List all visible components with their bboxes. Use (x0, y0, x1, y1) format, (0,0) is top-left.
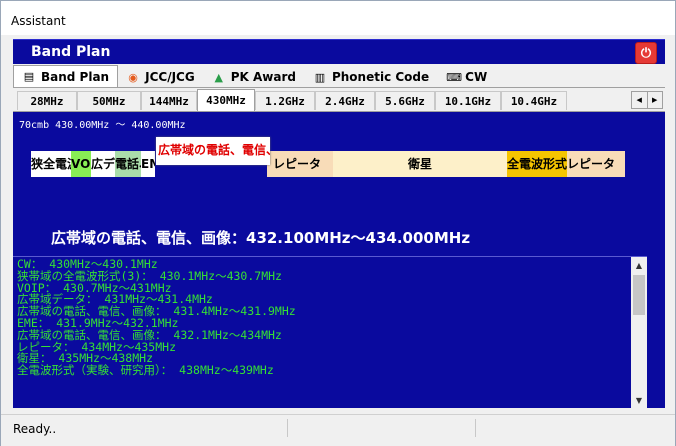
book-icon: ▤ (23, 70, 35, 83)
tab-band-plan[interactable]: ▤ Band Plan (13, 65, 119, 87)
freq-tab-1-2ghz[interactable]: 1.2GHz (255, 91, 315, 110)
segment-label: 全電波形式（実験、 (507, 157, 567, 171)
band-allocation-list[interactable]: CW： 430MHz～430.1MHz 狭帯域の全電波形式(3)： 430.1MH… (13, 256, 647, 408)
segment-satellite[interactable]: 衛星 (333, 151, 507, 177)
segment-repeater-2[interactable]: レピータ (567, 151, 625, 177)
freq-tab-10-4ghz[interactable]: 10.4GHz (501, 91, 567, 110)
freq-tab-label: 2.4GHz (325, 94, 365, 108)
tab-label: PK Award (230, 70, 296, 84)
freq-tab-144mhz[interactable]: 144MHz (141, 91, 197, 110)
freq-tab-label: 28MHz (30, 94, 64, 108)
list-item[interactable]: 全電波形式（実験、研究用）： 438MHz～439MHz (17, 364, 631, 377)
tab-label: Band Plan (41, 69, 110, 84)
selected-segment-detail: 広帯域の電話、電信、画像：432.100MHz～434.000MHz (51, 229, 471, 247)
keyboard-icon: ⌨ (446, 70, 463, 84)
power-button[interactable]: ⏻ (635, 42, 657, 64)
tab-jcc-jcg[interactable]: ◉ JCC/JCG (118, 67, 204, 87)
scroll-thumb[interactable] (633, 275, 645, 315)
freq-tab-2-4ghz[interactable]: 2.4GHz (315, 91, 375, 110)
status-text: Ready.. (13, 422, 57, 436)
freq-tab-label: 10.4GHz (510, 94, 558, 108)
main-tab-bar: ▤ Band Plan ◉ JCC/JCG ▲ PK Award ▥ Phone… (13, 65, 665, 88)
freq-tab-label: 50MHz (92, 94, 126, 108)
mountain-icon: ▲ (214, 70, 223, 84)
freq-tab-5-6ghz[interactable]: 5.6GHz (375, 91, 435, 110)
assistant-window: Assistant Band Plan ⏻ ▤ Band Plan ◉ JCC/… (0, 0, 676, 446)
band-range-label: 70cmb 430.00MHz ～ 440.00MHz (19, 120, 186, 131)
freq-tab-50mhz[interactable]: 50MHz (77, 91, 141, 110)
power-icon: ⏻ (640, 45, 652, 61)
freq-tab-label: 430MHz (206, 94, 246, 107)
freq-tab-label: 5.6GHz (385, 94, 425, 108)
frequency-tab-bar: 28MHz 50MHz 144MHz 430MHz 1.2GHz 2.4GHz … (13, 89, 665, 112)
tab-phonetic-code[interactable]: ▥ Phonetic Code (305, 67, 438, 87)
segment-voip[interactable]: VOIP (71, 151, 91, 177)
segment-wide-voice-1[interactable]: 電話、 (115, 151, 141, 177)
tab-pk-award[interactable]: ▲ PK Award (204, 67, 305, 87)
segment-label: 広帯域の電話、電信、 (158, 143, 270, 157)
segment-label: EME (141, 157, 155, 171)
tab-cw[interactable]: ⌨ CW (438, 67, 496, 87)
freq-tab-label: 1.2GHz (265, 94, 305, 108)
status-bar: Ready.. (1, 414, 675, 446)
scroll-right-icon[interactable]: ▶ (646, 92, 663, 108)
segment-label: 衛星 (407, 157, 432, 171)
status-divider (475, 419, 476, 437)
segment-wide-voice-selected[interactable]: 広帯域の電話、電信、 (156, 137, 270, 165)
segment-label: レピータ (567, 157, 616, 171)
scroll-down-icon[interactable]: ▼ (631, 392, 647, 408)
tab-label: CW (465, 70, 488, 84)
segment-wide-data[interactable]: 広データ (91, 151, 115, 177)
list-content: CW： 430MHz～430.1MHz 狭帯域の全電波形式(3)： 430.1MH… (13, 257, 631, 408)
segment-eme[interactable]: EME (141, 151, 155, 177)
segment-label: 広データ (91, 157, 115, 171)
band-plan-title: Band Plan (31, 44, 111, 60)
map-pin-icon: ◉ (128, 70, 138, 84)
tab-label: JCC/JCG (145, 70, 195, 84)
segment-label: VOIP (71, 157, 91, 171)
window-title: Assistant (11, 14, 66, 28)
barcode-icon: ▥ (314, 70, 326, 84)
segment-label: レピータ (273, 157, 322, 171)
title-bar: Assistant (1, 1, 675, 35)
list-scrollbar[interactable]: ▲ ▼ (631, 257, 647, 408)
segment-label: 電話、 (115, 157, 141, 171)
freq-tab-label: 144MHz (149, 94, 189, 108)
segment-all-modes-experimental[interactable]: 全電波形式（実験、 (507, 151, 567, 177)
freq-tab-10-1ghz[interactable]: 10.1GHz (435, 91, 501, 110)
tab-label: Phonetic Code (331, 70, 430, 84)
scroll-left-icon[interactable]: ◀ (632, 92, 647, 108)
segment-label: 狭全電波 (31, 157, 71, 171)
status-divider (287, 419, 288, 437)
segment-narrow-all-modes[interactable]: 狭全電波 (31, 151, 71, 177)
freq-tab-label: 10.1GHz (444, 94, 492, 108)
segment-repeater-1[interactable]: レピータ (267, 151, 333, 177)
freq-tab-430mhz[interactable]: 430MHz (197, 89, 255, 111)
freq-tab-28mhz[interactable]: 28MHz (17, 91, 77, 110)
scroll-up-icon[interactable]: ▲ (631, 257, 647, 273)
tab-scroll-arrows: ◀ ▶ (631, 91, 663, 109)
band-plan-header: Band Plan ⏻ (13, 39, 665, 64)
